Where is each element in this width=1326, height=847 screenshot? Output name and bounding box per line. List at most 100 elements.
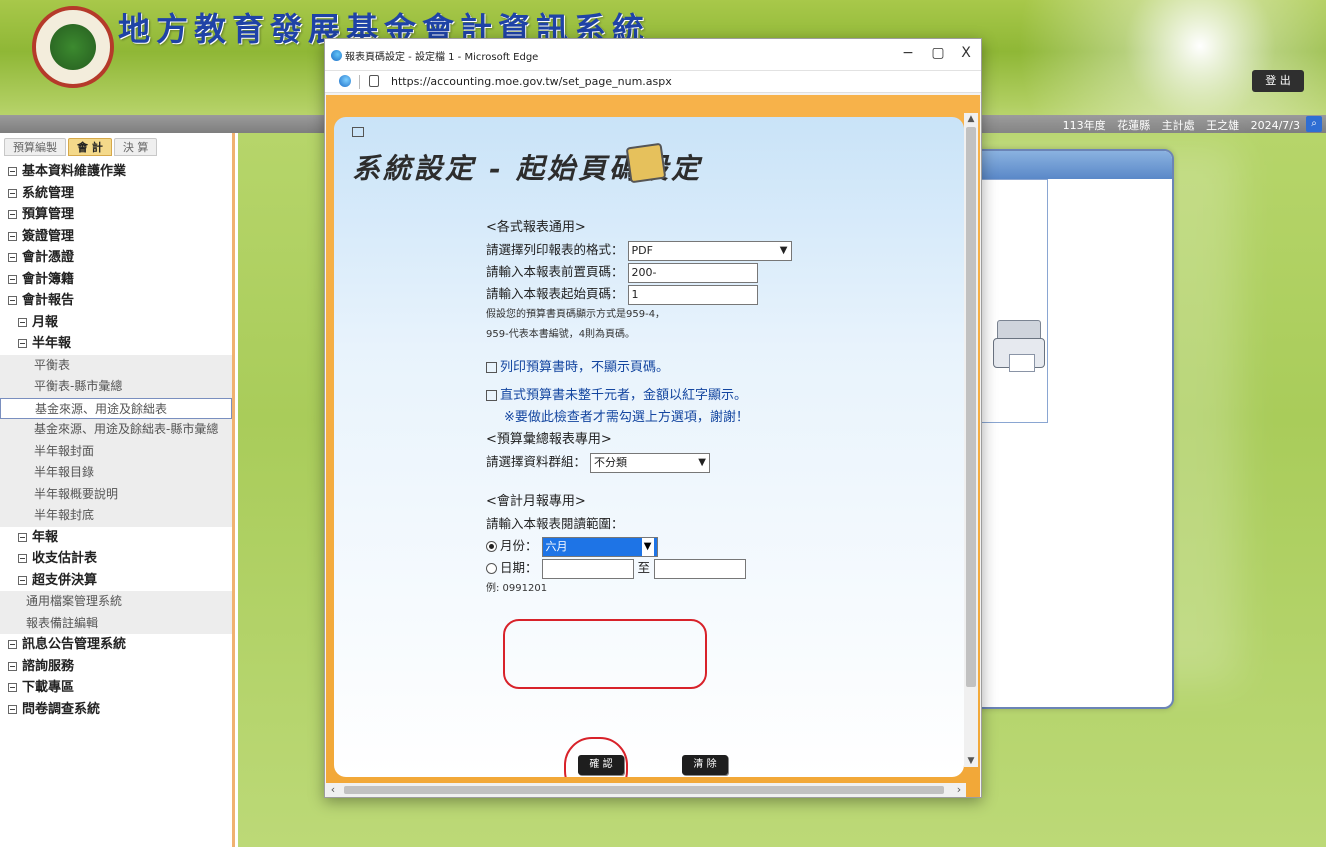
sidebar-item[interactable]: 訊息公告管理系統 [0, 634, 232, 656]
tab-accounting[interactable]: 會 計 [68, 138, 112, 156]
sidebar-item[interactable]: 諮詢服務 [0, 656, 232, 678]
sidebar-item[interactable]: 年報 [0, 527, 232, 549]
format-select[interactable]: PDF ▼ [627, 240, 792, 261]
month-radio[interactable] [486, 541, 497, 552]
sidebar-item[interactable]: 收支估計表 [0, 548, 232, 570]
expand-icon[interactable] [8, 253, 17, 262]
hide-page-checkbox[interactable] [486, 362, 497, 373]
group-label: 請選擇資料群組： [486, 454, 587, 469]
sidebar-item[interactable]: 平衡表-縣市彙總 [0, 376, 232, 398]
month-row: 月份： 六月 ▼ [486, 535, 946, 557]
month-select[interactable]: 六月 ▼ [541, 536, 658, 557]
page-info-icon[interactable] [369, 75, 379, 87]
sidebar-item-label: 年報 [32, 529, 59, 545]
expand-icon[interactable] [8, 640, 17, 649]
expand-icon[interactable] [18, 339, 27, 348]
sidebar-item-label: 簽證管理 [22, 228, 75, 244]
date-to-input[interactable] [653, 558, 746, 579]
maximize-button[interactable]: ▢ [925, 43, 951, 63]
sidebar-item[interactable]: 月報 [0, 312, 232, 334]
sidebar-item-label: 系統管理 [22, 185, 75, 201]
date-from-input[interactable] [541, 558, 634, 579]
date-example: 例: 0991201 [486, 583, 548, 594]
page-content: 系統設定 - 起始頁碼設定 <各式報表通用> 請選擇列印報表的格式： PDF ▼… [326, 95, 980, 797]
horizontal-scrollbar[interactable]: ‹ › [326, 783, 966, 797]
sidebar-item[interactable]: 半年報目錄 [0, 462, 232, 484]
expand-icon[interactable] [8, 296, 17, 305]
popout-icon[interactable] [352, 127, 364, 137]
group-select[interactable]: 不分類 ▼ [590, 452, 710, 473]
chevron-down-icon: ▼ [779, 244, 788, 256]
start-page-input[interactable]: 1 [627, 284, 758, 305]
clear-button[interactable]: 清 除 [682, 755, 728, 775]
sidebar-item[interactable]: 基金來源、用途及餘絀表 [0, 397, 232, 419]
minimize-button[interactable]: − [895, 43, 921, 63]
current-date: 2024/7/3 [1250, 119, 1300, 132]
sidebar-item[interactable]: 通用檔案管理系統 [0, 591, 232, 613]
sidebar-item[interactable]: 超支併決算 [0, 570, 232, 592]
sidebar-item[interactable]: 會計報告 [0, 290, 232, 312]
settings-panel: 系統設定 - 起始頁碼設定 <各式報表通用> 請選擇列印報表的格式： PDF ▼… [334, 117, 964, 777]
horizontal-scroll-thumb[interactable] [344, 786, 944, 794]
sidebar-item[interactable]: 半年報概要說明 [0, 483, 232, 505]
sidebar-item[interactable]: 簽證管理 [0, 226, 232, 248]
expand-icon[interactable] [8, 274, 17, 284]
expand-icon[interactable] [8, 704, 17, 714]
address-url: https://accounting.moe.gov.tw/set_page_n… [391, 75, 672, 88]
expand-icon[interactable] [8, 661, 17, 671]
expand-icon[interactable] [18, 554, 27, 563]
sidebar-item[interactable]: 平衡表 [0, 354, 232, 376]
sidebar-item[interactable]: 基本資料維護作業 [0, 161, 232, 183]
sidebar-menu: 基本資料維護作業系統管理預算管理簽證管理會計憑證 會計簿籍 會計報告 月報半年報平衡表… [0, 161, 232, 720]
vertical-scroll-thumb[interactable] [966, 127, 976, 687]
sidebar-item-label: 半年報封面 [34, 443, 95, 458]
sidebar-item-label: 超支併決算 [32, 572, 98, 588]
tab-budget[interactable]: 預算編製 [4, 138, 66, 156]
date-radio[interactable] [486, 563, 497, 574]
sidebar-item[interactable]: 基金來源、用途及餘絀表-縣市彙總 [0, 419, 232, 441]
red-amount-checkbox[interactable] [486, 390, 497, 401]
checkbox-hide-page-row[interactable]: 列印預算書時，不顯示頁碼。 [486, 357, 946, 379]
month-select-value: 六月 [545, 539, 568, 553]
expand-icon[interactable] [18, 532, 27, 542]
search-icon[interactable]: ⌕ [1306, 116, 1322, 132]
sidebar-item[interactable]: 報表備註編輯 [0, 612, 232, 634]
sidebar-item[interactable]: 會計簿籍 [0, 269, 232, 291]
expand-icon[interactable] [8, 167, 17, 176]
expand-icon[interactable] [8, 231, 17, 241]
sidebar-item[interactable]: 系統管理 [0, 183, 232, 205]
sidebar-item[interactable]: 會計憑證 [0, 247, 232, 269]
scroll-left-icon[interactable]: ‹ [326, 783, 340, 797]
format-select-value: PDF [631, 243, 653, 257]
scroll-right-icon[interactable]: › [952, 783, 966, 797]
sidebar-item-label: 平衡表-縣市彙總 [34, 379, 123, 393]
checkbox-red-amount-row[interactable]: 直式預算書未整千元者，金額以紅字顯示。 [486, 385, 946, 407]
sidebar-item-label: 半年報 [32, 336, 72, 351]
logout-button[interactable]: 登 出 [1252, 70, 1304, 92]
expand-icon[interactable] [8, 683, 17, 692]
county: 花蓮縣 [1117, 119, 1151, 132]
scroll-down-icon[interactable]: ▼ [965, 755, 977, 767]
sidebar-item[interactable]: 問卷調查系統 [0, 699, 232, 721]
expand-icon[interactable] [18, 575, 27, 585]
scroll-up-icon[interactable]: ▲ [965, 113, 977, 125]
close-button[interactable]: X [953, 43, 979, 63]
red-amount-label: 直式預算書未整千元者，金額以紅字顯示。 [500, 388, 748, 403]
tab-final-accounts[interactable]: 決 算 [113, 138, 158, 156]
sidebar-item[interactable]: 半年報封底 [0, 505, 232, 527]
sidebar-item[interactable]: 半年報 [0, 333, 232, 355]
module-tabs: 預算編製 會 計 決 算 [0, 133, 232, 161]
expand-icon[interactable] [8, 210, 17, 219]
highlight-oval-month [503, 619, 707, 689]
prefix-input[interactable]: 200- [627, 262, 758, 283]
vertical-scrollbar[interactable]: ▲ ▼ [964, 113, 978, 767]
sidebar-item[interactable]: 預算管理 [0, 204, 232, 226]
confirm-button[interactable]: 確 認 [578, 755, 624, 775]
section-common-header: <各式報表通用> [486, 220, 586, 235]
sidebar-item[interactable]: 半年報封面 [0, 440, 232, 462]
sidebar-item[interactable]: 下載專區 [0, 677, 232, 699]
edge-browser-icon [331, 50, 342, 61]
printer-icon [991, 310, 1047, 380]
expand-icon[interactable] [8, 188, 17, 198]
expand-icon[interactable] [18, 317, 27, 327]
